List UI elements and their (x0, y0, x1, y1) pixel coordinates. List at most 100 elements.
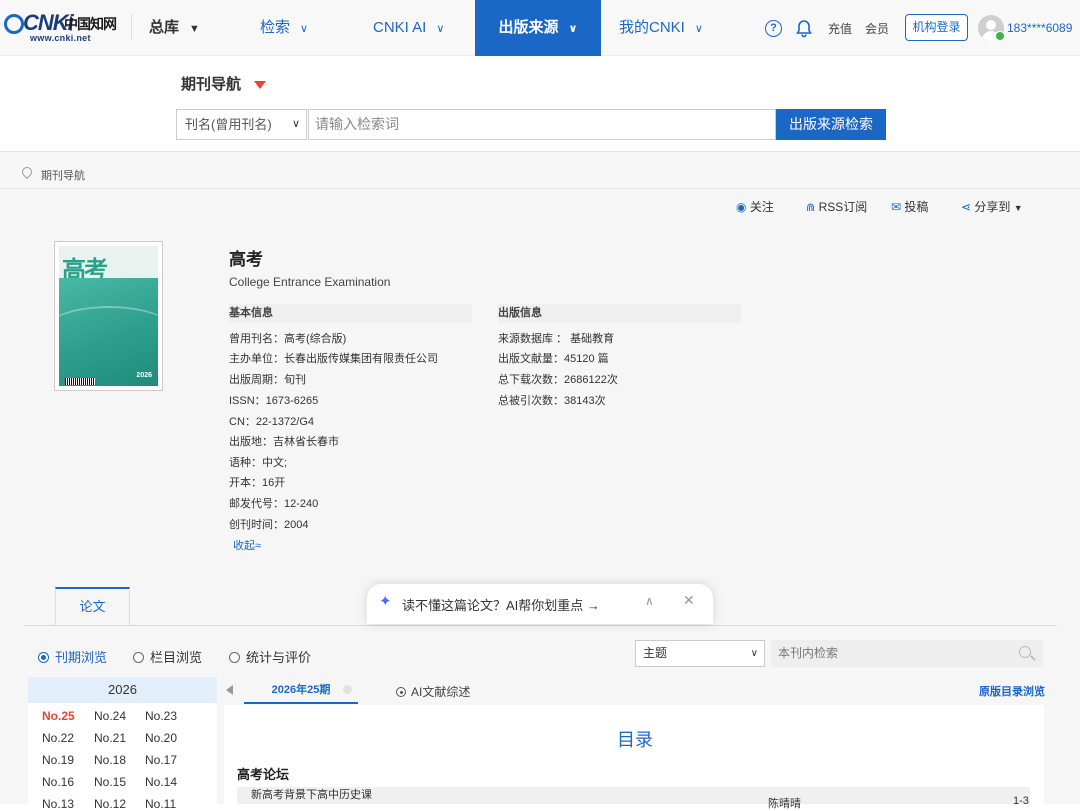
issue-no18[interactable]: No.18 (94, 753, 126, 767)
tab-divider (24, 625, 1057, 626)
nav-zongku-label: 总库 (149, 19, 180, 36)
bell-icon[interactable] (795, 19, 813, 38)
org-login-button[interactable]: 机构登录 (905, 14, 968, 41)
issue-no16[interactable]: No.16 (42, 775, 74, 789)
rss-label: RSS订阅 (818, 200, 868, 214)
nav-search[interactable]: 检索 ∨ (260, 0, 308, 56)
rss-button[interactable]: ⋒ RSS订阅 (806, 198, 867, 215)
pub-info-heading: 出版信息 (498, 304, 741, 323)
caret-down-icon: ▼ (189, 23, 200, 35)
tab-papers[interactable]: 论文 (55, 587, 130, 625)
radio-stats[interactable]: 统计与评价 (229, 647, 311, 666)
follow-button[interactable]: ◉ 关注 (736, 198, 774, 215)
original-toc-link[interactable]: 原版目录浏览 (979, 683, 1045, 699)
issue-no20[interactable]: No.20 (145, 731, 177, 745)
breadcrumb-item[interactable]: 期刊导航 (41, 167, 85, 183)
issue-no15[interactable]: No.15 (94, 775, 126, 789)
issue-no25[interactable]: No.25 (42, 709, 75, 723)
share-button[interactable]: ⋖ 分享到 ▼ (961, 198, 1023, 215)
radio-stats-label: 统计与评价 (246, 650, 312, 665)
basic-info-heading: 基本信息 (229, 304, 472, 323)
logo-circle-icon (4, 14, 24, 34)
toc-title: 目录 (617, 730, 653, 750)
issue-no23[interactable]: No.23 (145, 709, 177, 723)
radio-icon (133, 652, 144, 663)
in-journal-search-placeholder: 本刊内检索 (778, 646, 839, 660)
issue-no12[interactable]: No.12 (94, 797, 126, 811)
eye-icon: ◉ (736, 200, 747, 214)
avatar-head-shape (986, 20, 996, 30)
search-field-value: 刊名(曾用刊名) (185, 117, 272, 132)
nav-my-cnki[interactable]: 我的CNKI ∨ (619, 0, 703, 56)
breadcrumb: 期刊导航 (0, 152, 1080, 189)
submit-label: 投稿 (904, 200, 929, 214)
next-arrow-icon[interactable] (343, 685, 352, 694)
user-name[interactable]: 183****6089 (1007, 21, 1072, 35)
ai-summary-button[interactable]: AI文献综述 (396, 683, 470, 700)
search-field-select[interactable]: 刊名(曾用刊名) ∨ (176, 109, 307, 140)
article-author[interactable]: 陈晴晴 (768, 795, 801, 811)
issue-no13[interactable]: No.13 (42, 797, 74, 811)
journal-nav-title: 期刊导航 (181, 76, 242, 93)
nav-publication-source[interactable]: 出版来源 ∨ (475, 0, 601, 56)
nav-zongku[interactable]: 总库 ▼ (149, 0, 200, 56)
pub-doc-count: 出版文献量：45120 篇 (498, 353, 609, 365)
radio-browse-column[interactable]: 栏目浏览 (133, 647, 202, 666)
pub-citations: 总被引次数：38143次 (498, 395, 606, 407)
issue-no14[interactable]: No.14 (145, 775, 177, 789)
issue-no24[interactable]: No.24 (94, 709, 126, 723)
help-icon[interactable]: ? (765, 20, 782, 37)
search-icon[interactable] (1019, 646, 1031, 658)
toc-section-heading: 高考论坛 (237, 767, 290, 782)
year-header[interactable]: 2026 (28, 677, 217, 703)
issue-no11[interactable]: No.11 (145, 797, 176, 811)
prev-arrow-icon[interactable] (226, 685, 233, 695)
issue-no17[interactable]: No.17 (145, 753, 177, 767)
info-cn: CN：22-1372/G4 (229, 416, 314, 428)
triangle-down-icon[interactable] (254, 81, 266, 89)
in-journal-search-input[interactable]: 本刊内检索 (771, 640, 1043, 667)
journal-en-title: College Entrance Examination (229, 275, 391, 289)
close-icon[interactable]: ✕ (683, 592, 695, 609)
member-link[interactable]: 会员 (865, 20, 889, 37)
journal-title: 高考 (229, 250, 263, 269)
issue-no21[interactable]: No.21 (94, 731, 126, 745)
radio-browse-issue[interactable]: 刊期浏览 (38, 647, 107, 666)
table-row[interactable]: 新高考背景下高中历史课 (237, 787, 1030, 804)
info-format: 开本：16开 (229, 477, 286, 489)
journal-main: ◉ 关注 ⋒ RSS订阅 ✉ 投稿 ⋖ 分享到 ▼ 高考 2026 高考 Col… (0, 189, 1080, 811)
issue-tab[interactable]: 2026年25期 (244, 677, 358, 704)
nav-divider (131, 14, 132, 40)
info-place: 出版地：吉林省长春市 (229, 436, 339, 448)
recharge-link[interactable]: 充值 (828, 20, 852, 37)
pub-downloads: 总下载次数：2686122次 (498, 374, 618, 386)
chevron-down-icon: ∨ (568, 23, 578, 35)
share-icon: ⋖ (961, 200, 972, 214)
follow-label: 关注 (749, 200, 774, 214)
cover-year: 2026 (136, 372, 152, 379)
sparkle-icon: ✦ (379, 593, 392, 610)
ai-summary-label: AI文献综述 (411, 685, 471, 699)
article-title[interactable]: 新高考背景下高中历史课 (251, 789, 372, 801)
cover-wave (59, 306, 158, 366)
search-input[interactable]: 请输入检索词 (308, 109, 776, 140)
journal-cover[interactable]: 高考 2026 (54, 241, 163, 391)
collapse-toggle[interactable]: 收起≈ (233, 537, 261, 553)
envelope-icon: ✉ (891, 200, 902, 214)
radio-browse-issue-label: 刊期浏览 (55, 650, 108, 665)
ai-popup[interactable]: ✦ 读不懂这篇论文？AI帮你划重点 → ∧ ✕ (367, 584, 713, 624)
submit-button[interactable]: ✉ 投稿 (891, 198, 928, 215)
nav-cnki-ai[interactable]: CNKI AI ∨ (373, 0, 444, 56)
top-nav: CNKi 中国知网 www.cnki.net 总库 ▼ 检索 ∨ CNKI AI ∨ … (0, 0, 1080, 56)
theme-select[interactable]: 主题 ∨ (635, 640, 765, 667)
info-postal-code: 邮发代号：12-240 (229, 498, 319, 510)
nav-my-cnki-label: 我的CNKI (619, 19, 685, 36)
logo-cn-text: 中国知网 (64, 17, 117, 33)
chevron-up-icon[interactable]: ∧ (645, 594, 654, 608)
ai-popup-text[interactable]: 读不懂这篇论文？AI帮你划重点 → (402, 595, 600, 614)
cnki-logo[interactable]: CNKi 中国知网 www.cnki.net (4, 9, 117, 43)
issue-no19[interactable]: No.19 (42, 753, 74, 767)
issue-no22[interactable]: No.22 (42, 731, 74, 745)
source-search-button[interactable]: 出版来源检索 (776, 109, 886, 140)
ai-summary-icon (396, 687, 406, 697)
